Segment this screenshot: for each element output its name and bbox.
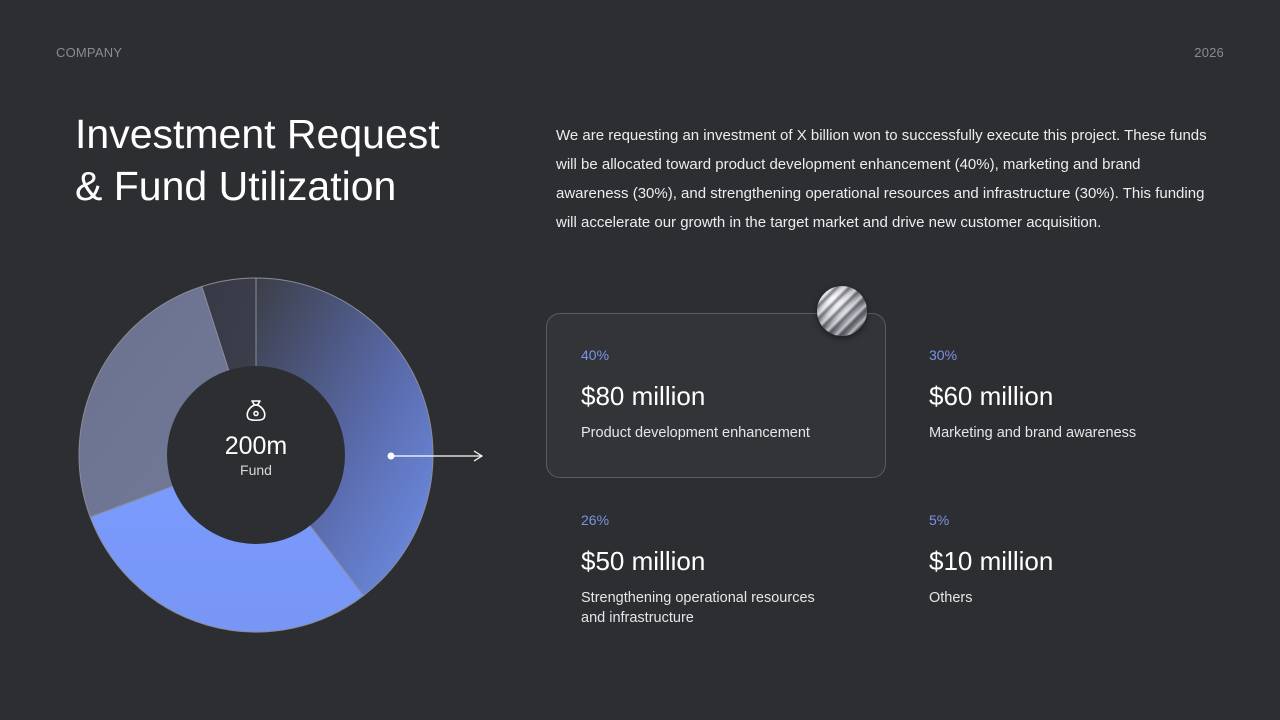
title-line-1: Investment Request [75,111,440,157]
allocation-item-operations: 26% $50 million Strengthening operationa… [581,512,871,628]
allocation-amount: $60 million [929,381,1054,411]
description-text: We are requesting an investment of X bil… [556,127,1207,231]
connector-arrow [387,450,484,462]
allocation-item-product: 40% $80 million Product development enha… [581,347,871,443]
allocation-amount: $80 million [581,381,706,411]
header-year: 2026 [1194,45,1224,60]
allocation-percent: 5% [929,512,950,528]
page-title: Investment Request & Fund Utilization [75,108,505,212]
donut-center-sublabel: Fund [240,462,272,478]
allocation-percent: 26% [581,512,610,528]
allocation-percent: 40% [581,347,610,363]
money-bag-icon [246,400,266,422]
allocation-description: Marketing and brand awareness [929,425,1137,441]
allocation-description: Product development enhancement [581,425,810,441]
donut-center-label: 200m Fund [166,398,346,478]
allocation-description: Others [929,590,973,606]
allocation-description: Strengthening operational resources and … [581,590,815,626]
allocation-item-marketing: 30% $60 million Marketing and brand awar… [929,347,1219,443]
header-company: COMPANY [56,45,123,60]
allocation-amount: $50 million [581,546,706,576]
chrome-sphere-decoration [817,286,867,336]
allocation-item-others: 5% $10 million Others [929,512,1219,608]
allocation-percent: 30% [929,347,958,363]
donut-center-value: 200m [224,432,288,460]
allocation-amount: $10 million [929,546,1054,576]
title-line-2: & Fund Utilization [75,163,397,209]
